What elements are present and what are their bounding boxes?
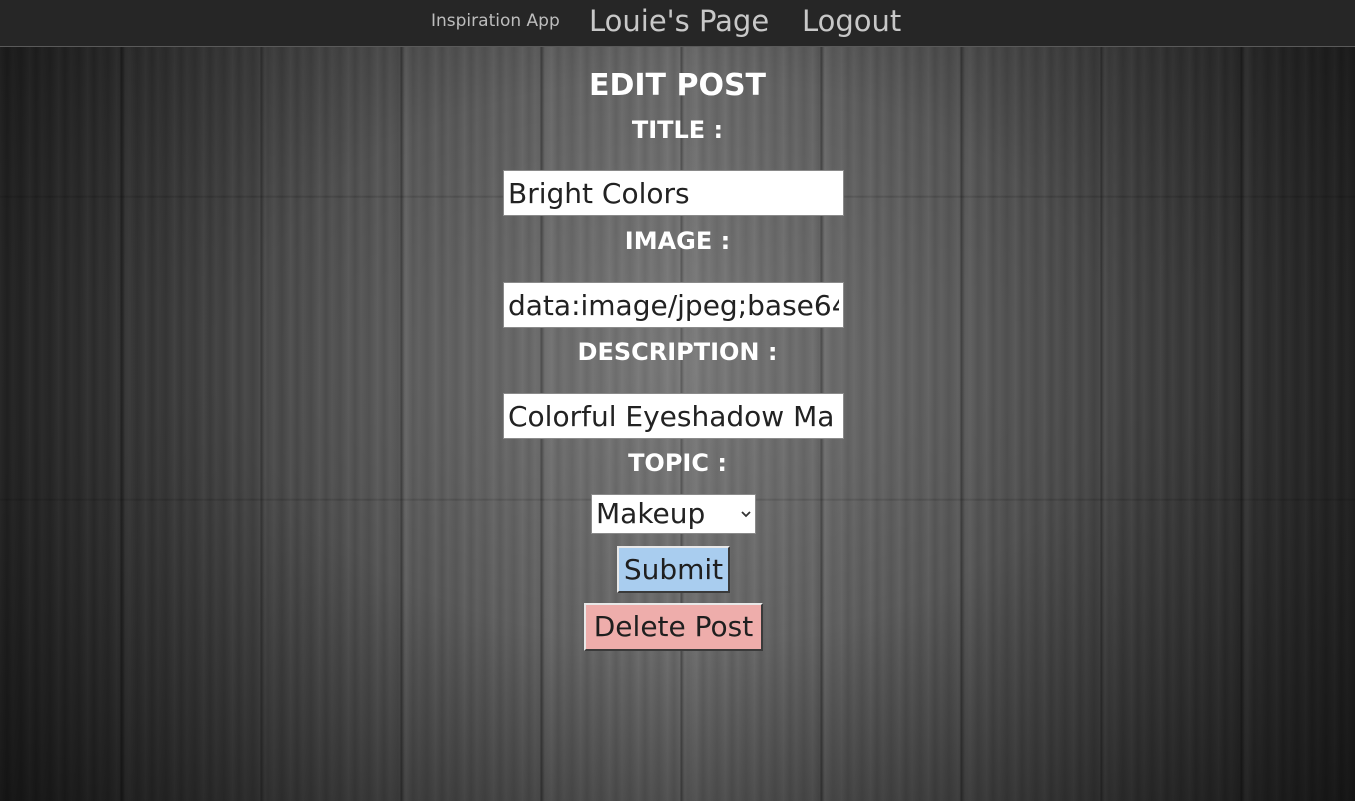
delete-post-button[interactable]: Delete Post [584,603,763,651]
topic-label: TOPIC : [628,449,727,477]
topic-select[interactable]: Makeup [591,494,756,534]
logout-link[interactable]: Logout [802,4,901,38]
page-title: EDIT POST [588,68,767,103]
description-input[interactable] [503,393,844,439]
title-label: TITLE : [631,116,724,144]
image-label: IMAGE : [624,227,731,255]
brand-link[interactable]: Inspiration App [431,11,560,31]
top-navbar: Inspiration App Louie's Page Logout [0,0,1355,47]
title-input[interactable] [503,170,844,216]
profile-link[interactable]: Louie's Page [589,4,769,38]
image-input[interactable] [503,282,844,328]
description-label: DESCRIPTION : [577,338,778,366]
topic-select-value: Makeup [596,497,706,530]
submit-button[interactable]: Submit [617,546,730,593]
chevron-down-icon [741,495,751,533]
